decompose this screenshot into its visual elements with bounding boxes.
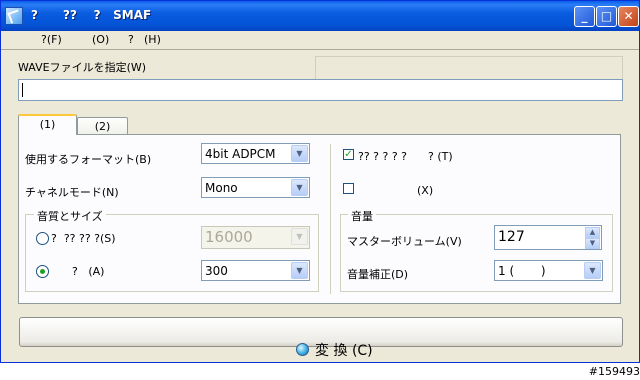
title-bar[interactable]: ? ?? ? SMAF _ □ ✕: [1, 1, 639, 31]
checkmark-icon: ✓: [344, 149, 353, 160]
convert-button-content: 変 換 (C): [20, 324, 622, 362]
maximize-button[interactable]: □: [596, 6, 617, 27]
column-divider: [330, 144, 331, 294]
tab-2[interactable]: (2): [77, 117, 128, 135]
minimize-button[interactable]: _: [574, 6, 595, 27]
chevron-down-icon[interactable]: ▼: [291, 179, 308, 196]
tab-1[interactable]: (1): [18, 114, 77, 135]
close-icon: ✕: [623, 9, 634, 23]
file-info-box: [315, 56, 623, 80]
window-title: ? ?? ? SMAF: [31, 8, 152, 22]
option-checkbox-1[interactable]: ✓: [343, 149, 354, 160]
wave-file-label: WAVEファイルを指定(W): [18, 61, 147, 74]
master-volume-value: 127: [498, 229, 525, 245]
option-checkbox-2-label: (X): [417, 184, 434, 197]
chevron-down-icon[interactable]: ▼: [291, 262, 308, 279]
volume-correction-select[interactable]: 1 ( ) ▼: [494, 260, 603, 281]
format-value: 4bit ADPCM: [205, 147, 276, 161]
radio-selected-dot: [40, 269, 45, 274]
channel-mode-select[interactable]: Mono ▼: [201, 177, 310, 198]
option-checkbox-2[interactable]: [343, 183, 354, 194]
minimize-icon: _: [581, 9, 588, 23]
size-select[interactable]: 300 ▼: [201, 260, 310, 281]
format-label: 使用するフォーマット(B): [25, 153, 152, 166]
spin-down-icon[interactable]: ▼: [585, 238, 600, 249]
volume-legend: 音量: [348, 208, 376, 224]
menu-separator: [1, 49, 639, 50]
sampling-rate-select[interactable]: 16000 ▼: [201, 226, 310, 249]
quality-radio-2[interactable]: [36, 265, 49, 278]
quality-radio-1-label: ? ?? ?? ?(S): [51, 232, 116, 245]
chevron-down-icon[interactable]: ▼: [291, 145, 308, 162]
convert-icon: [296, 343, 310, 356]
tab-1-label: (1): [39, 118, 56, 131]
watermark: #159493: [579, 363, 640, 380]
volume-correction-value: 1 ( ): [498, 264, 546, 278]
quality-radio-2-label: ? (A): [72, 265, 105, 278]
convert-button[interactable]: 変 換 (C): [19, 317, 623, 359]
menu-item-options[interactable]: (O): [92, 33, 109, 46]
convert-button-label: 変 換 (C): [315, 343, 373, 359]
menu-item-unknown[interactable]: ?: [128, 33, 134, 46]
tab-2-label: (2): [94, 120, 111, 133]
quality-radio-1[interactable]: [36, 232, 49, 245]
master-volume-label: マスターボリューム(V): [347, 235, 462, 248]
format-select[interactable]: 4bit ADPCM ▼: [201, 143, 310, 164]
spin-up-icon[interactable]: ▲: [585, 227, 600, 238]
menu-item-help[interactable]: (H): [144, 33, 161, 46]
main-window: ? ?? ? SMAF _ □ ✕ ?(F) (O) ? (H) WAVEファイ…: [0, 0, 640, 363]
option-checkbox-1-label: ?? ? ? ? ? ? (T): [358, 150, 453, 163]
menu-bar: ?(F) (O) ? (H): [1, 31, 639, 50]
channel-mode-label: チャネルモード(N): [25, 186, 119, 199]
quality-size-legend: 音質とサイズ: [34, 208, 106, 224]
size-value: 300: [205, 264, 228, 278]
master-volume-spinner[interactable]: 127 ▲ ▼: [494, 225, 602, 250]
sampling-rate-value: 16000: [205, 228, 253, 246]
maximize-icon: □: [600, 9, 613, 23]
text-caret: [22, 83, 23, 97]
chevron-down-icon[interactable]: ▼: [584, 262, 601, 279]
wave-file-input[interactable]: [18, 79, 623, 101]
channel-mode-value: Mono: [205, 181, 238, 195]
app-icon: [5, 7, 23, 25]
volume-correction-label: 音量補正(D): [347, 268, 409, 281]
menu-item-file[interactable]: ?(F): [41, 33, 62, 46]
chevron-down-icon[interactable]: ▼: [291, 228, 308, 245]
close-button[interactable]: ✕: [618, 6, 639, 27]
